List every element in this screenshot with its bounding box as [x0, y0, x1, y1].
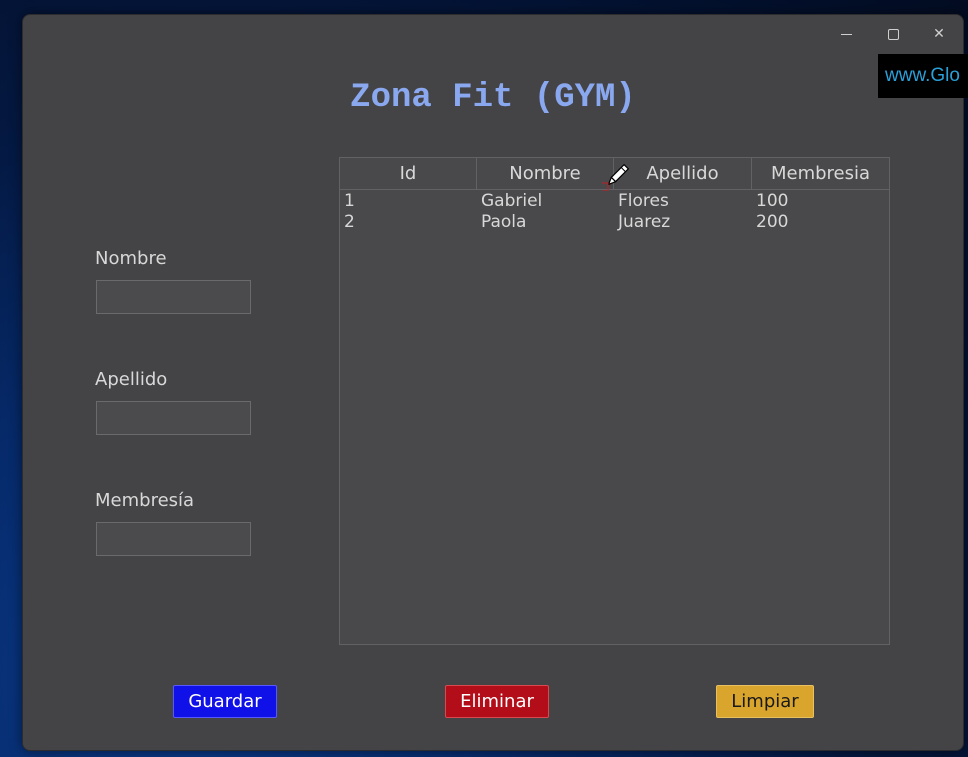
watermark-text: www.Glo: [878, 54, 968, 98]
delete-button[interactable]: Eliminar: [445, 685, 549, 718]
clear-button[interactable]: Limpiar: [716, 685, 814, 718]
table-cell: Paola: [481, 212, 527, 232]
maximize-button[interactable]: [873, 21, 913, 47]
table-cell: Juarez: [618, 212, 671, 232]
table-row[interactable]: 1 Gabriel Flores 100: [340, 191, 889, 212]
table-cell: 200: [756, 212, 789, 232]
nombre-label: Nombre: [95, 248, 167, 269]
app-title: Zona Fit (GYM): [350, 79, 636, 117]
table-row[interactable]: 2 Paola Juarez 200: [340, 212, 889, 233]
table-cell: 2: [344, 212, 355, 232]
apellido-label: Apellido: [95, 369, 168, 390]
close-button[interactable]: ✕: [919, 21, 959, 47]
column-header-nombre[interactable]: Nombre: [477, 158, 614, 189]
app-window: ✕ Zona Fit (GYM) Nombre Apellido Membres…: [22, 14, 964, 751]
column-header-apellido[interactable]: Apellido: [614, 158, 752, 189]
table-cell: 100: [756, 191, 789, 211]
membresia-label: Membresía: [95, 490, 195, 511]
membresia-field[interactable]: [96, 522, 251, 556]
apellido-field[interactable]: [96, 401, 251, 435]
minimize-icon: [840, 33, 852, 35]
close-icon: ✕: [933, 26, 945, 42]
pencil-cursor-icon: [602, 163, 630, 191]
nombre-field[interactable]: [96, 280, 251, 314]
column-header-membresia[interactable]: Membresia: [752, 158, 889, 189]
table-cell: Gabriel: [481, 191, 543, 211]
minimize-button[interactable]: [826, 21, 866, 47]
table-cell: 1: [344, 191, 355, 211]
column-header-id[interactable]: Id: [340, 158, 477, 189]
maximize-icon: [887, 28, 899, 40]
members-table[interactable]: Id Nombre Apellido Membresia 1 Gabriel F…: [339, 157, 890, 645]
table-cell: Flores: [618, 191, 669, 211]
save-button[interactable]: Guardar: [173, 685, 277, 718]
